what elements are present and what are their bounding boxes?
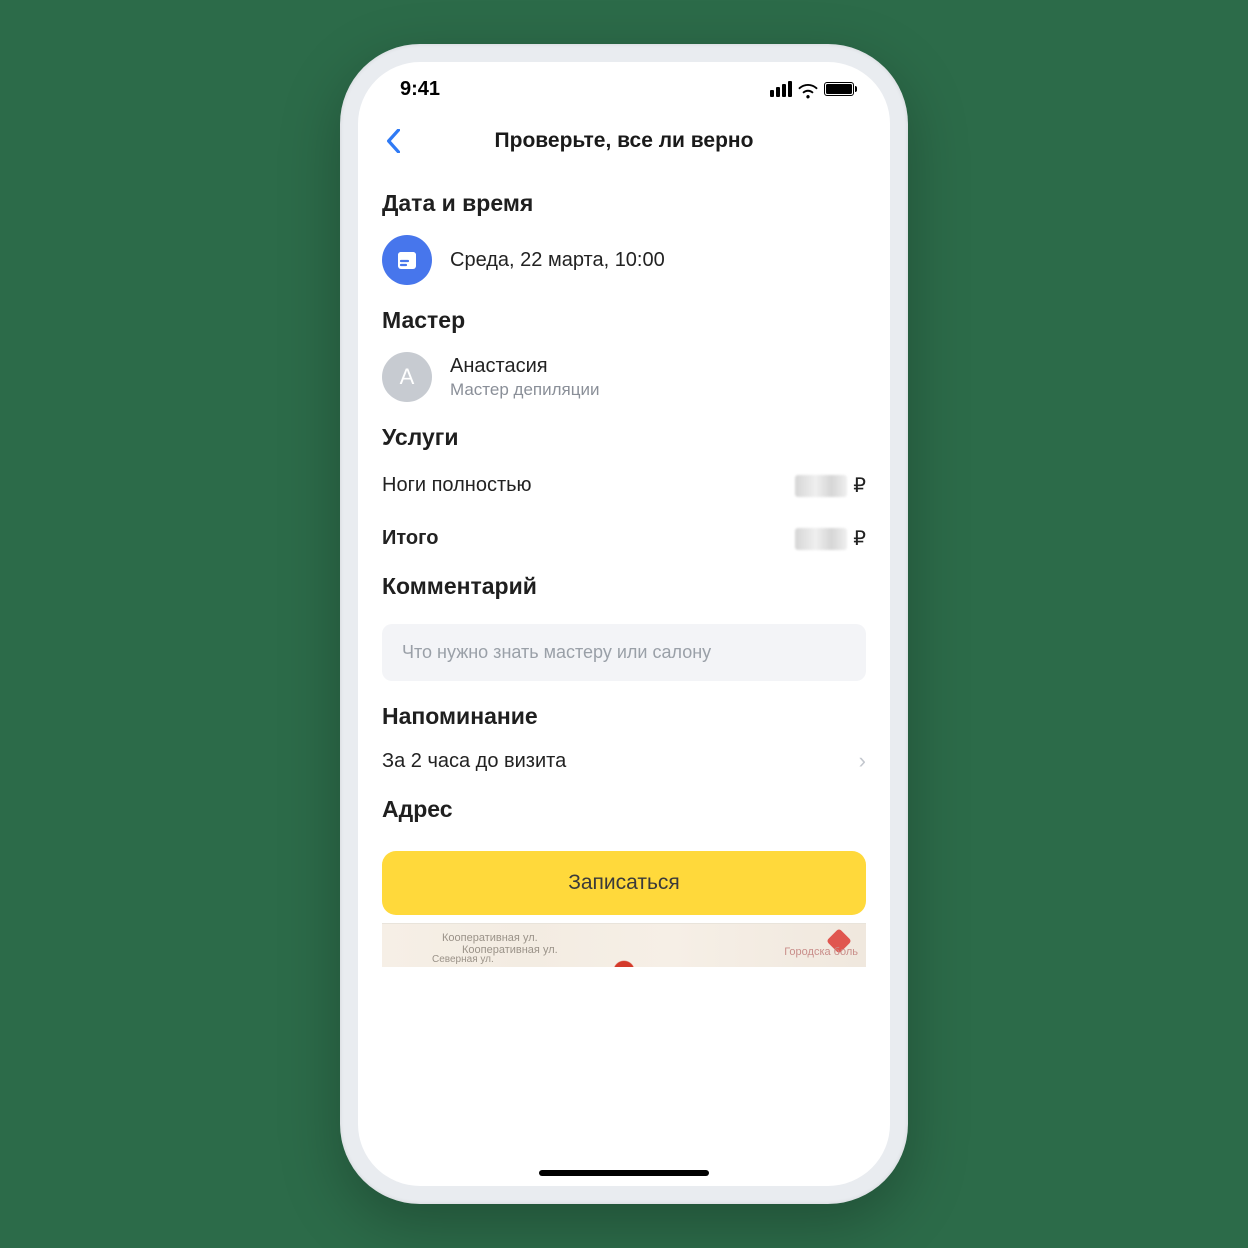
currency-symbol: ₽ [853, 526, 866, 551]
chevron-left-icon [386, 129, 400, 153]
battery-icon [824, 82, 854, 96]
section-title-services: Услуги [382, 424, 866, 451]
wifi-icon [798, 82, 818, 97]
section-title-address: Адрес [382, 796, 866, 823]
datetime-row[interactable]: Среда, 22 марта, 10:00 [382, 235, 866, 285]
service-price: ₽ [795, 473, 866, 498]
master-name: Анастасия [450, 355, 599, 378]
content-scroll[interactable]: Дата и время Среда, 22 марта, 10:00 Маст… [358, 166, 890, 1186]
status-indicators [770, 81, 854, 97]
map-poi-label: Городска боль [784, 946, 858, 958]
section-title-datetime: Дата и время [382, 190, 866, 217]
chevron-right-icon: › [859, 748, 866, 774]
section-title-comment: Комментарий [382, 573, 866, 600]
total-price: ₽ [795, 526, 866, 551]
back-button[interactable] [378, 126, 408, 156]
master-role: Мастер депиляции [450, 380, 599, 400]
service-name: Ноги полностью [382, 474, 532, 497]
section-title-master: Мастер [382, 307, 866, 334]
price-blurred [795, 528, 847, 550]
service-row: Ноги полностью ₽ [382, 473, 866, 498]
map-street-label: Кооперативная ул. [442, 932, 538, 944]
comment-input[interactable] [382, 624, 866, 681]
section-title-reminder: Напоминание [382, 703, 866, 730]
reminder-value: За 2 часа до визита [382, 750, 566, 773]
reminder-row[interactable]: За 2 часа до визита › [382, 748, 866, 774]
total-label: Итого [382, 527, 438, 550]
map-street-label: Северная ул. [432, 954, 494, 965]
device-frame: 9:41 Проверьте, все ли верно Дата и врем… [340, 44, 908, 1204]
status-time: 9:41 [400, 78, 440, 101]
screen: 9:41 Проверьте, все ли верно Дата и врем… [358, 62, 890, 1186]
datetime-value: Среда, 22 марта, 10:00 [450, 249, 665, 272]
cellular-signal-icon [770, 81, 792, 97]
book-button[interactable]: Записаться [382, 851, 866, 915]
price-blurred [795, 475, 847, 497]
map-preview[interactable]: Кооперативная ул. Кооперативная ул. Севе… [382, 923, 866, 967]
status-bar: 9:41 [358, 62, 890, 116]
currency-symbol: ₽ [853, 473, 866, 498]
home-indicator[interactable] [539, 1170, 709, 1176]
cta-container: Записаться [382, 841, 866, 923]
total-row: Итого ₽ [382, 526, 866, 551]
nav-header: Проверьте, все ли верно [358, 116, 890, 166]
avatar: А [382, 352, 432, 402]
calendar-icon [382, 235, 432, 285]
master-row[interactable]: А Анастасия Мастер депиляции [382, 352, 866, 402]
page-title: Проверьте, все ли верно [495, 129, 754, 153]
